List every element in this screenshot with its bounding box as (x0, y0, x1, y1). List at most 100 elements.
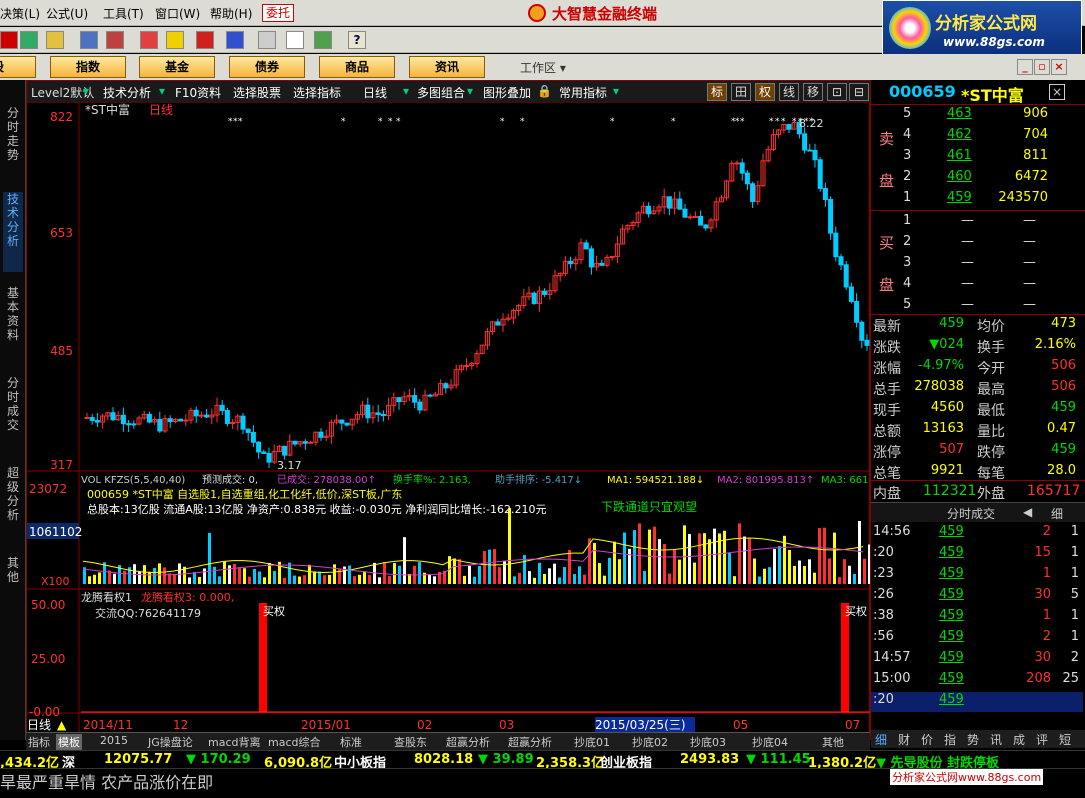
menu-tools[interactable]: 工具(T) (103, 5, 144, 22)
restore-icon[interactable]: ▫ (1034, 59, 1050, 75)
template-tab-6[interactable]: 标准 (340, 734, 362, 750)
warning-icon[interactable] (140, 31, 158, 49)
minimize-icon[interactable]: _ (1017, 59, 1033, 75)
tick-price[interactable]: 459 (939, 545, 964, 560)
line-toggle[interactable]: 线 (779, 83, 799, 101)
news-text[interactable]: 旱最严重旱情 农产品涨价在即 (0, 769, 213, 793)
multi-chart-menu[interactable]: 多图组合 (417, 84, 465, 101)
template-tab-3[interactable]: JG操盘论 (148, 734, 193, 750)
tick-price[interactable]: 459 (939, 671, 964, 686)
tech-analysis-menu[interactable]: 技术分析 (103, 84, 151, 101)
template-tab-2[interactable]: 2015 (100, 734, 128, 747)
ask-price[interactable]: 460 (947, 169, 972, 184)
bid-price[interactable]: — (961, 276, 974, 291)
quote-tab-2[interactable]: 价 (921, 731, 933, 748)
tick-price[interactable]: 459 (939, 692, 964, 707)
ask-price[interactable]: 459 (947, 190, 972, 205)
nav-bond-button[interactable]: 债券 (229, 56, 305, 78)
ask-price[interactable]: 462 (947, 127, 972, 142)
rights-toggle[interactable]: 权 (755, 83, 775, 101)
nav-fund-button[interactable]: 基金 (139, 56, 215, 78)
bid-price[interactable]: — (961, 297, 974, 312)
quote-tab-1[interactable]: 财 (898, 731, 910, 748)
multi-dropdown-icon[interactable]: ▾ (467, 84, 473, 98)
expand-icon[interactable]: ⊡ (827, 83, 847, 101)
select-stock-button[interactable]: 选择股票 (233, 84, 281, 101)
nav-news-button[interactable]: 资讯 (409, 56, 485, 78)
red-icon[interactable] (196, 31, 214, 49)
template-tab-7[interactable]: 查股东 (394, 734, 427, 750)
template-tab-0[interactable]: 指标 (28, 734, 50, 750)
close-icon[interactable]: × (1051, 59, 1067, 75)
quote-tab-8[interactable]: 短 (1059, 731, 1071, 748)
circle-icon[interactable] (226, 31, 244, 49)
tab-fundamental[interactable]: 基本资料 (3, 286, 23, 366)
collapse-icon[interactable]: ⊟ (849, 83, 869, 101)
select-indicator-button[interactable]: 选择指标 (293, 84, 341, 101)
quote-tab-5[interactable]: 讯 (990, 731, 1002, 748)
panel-close-icon[interactable]: × (1049, 84, 1065, 100)
grid-icon[interactable] (46, 31, 64, 49)
nav-stock-button[interactable]: 股 (0, 56, 36, 78)
nav-index-button[interactable]: 指数 (50, 56, 126, 78)
template-tab-10[interactable]: 抄底01 (574, 734, 610, 750)
ask-price[interactable]: 461 (947, 148, 972, 163)
ticks-detail-button[interactable]: 细 (1051, 505, 1063, 522)
entrust-button[interactable]: 委托 (262, 4, 295, 22)
menu-help[interactable]: 帮助(H) (210, 5, 252, 22)
chart-svg[interactable]: 822 653 485 317 *ST中富 日线 * * * * * * * * * * * * * * *… (27, 103, 871, 755)
window-icon[interactable] (286, 31, 304, 49)
tick-price[interactable]: 459 (939, 524, 964, 539)
tech-dropdown-icon[interactable]: ▾ (159, 84, 165, 98)
grid-toggle[interactable]: 田 (731, 83, 751, 101)
tick-price[interactable]: 459 (939, 650, 964, 665)
tab-technical[interactable]: 技术分析 (3, 192, 23, 272)
tab-intraday[interactable]: 分时走势 (3, 106, 23, 186)
chart-icon[interactable] (106, 31, 124, 49)
level2-dropdown-icon[interactable]: ▾ (83, 84, 89, 98)
tick-price[interactable]: 459 (939, 629, 964, 644)
tick-price[interactable]: 459 (939, 587, 964, 602)
nav-commodity-button[interactable]: 商品 (319, 56, 395, 78)
tab-other[interactable]: 其他 (3, 556, 23, 596)
quote-icon[interactable] (20, 31, 38, 49)
tick-price[interactable]: 459 (939, 566, 964, 581)
lock-icon[interactable]: 🔒 (537, 84, 552, 98)
template-tab-1[interactable]: 模板 (56, 734, 82, 750)
diamond-icon[interactable] (166, 31, 184, 49)
help-pointer-icon[interactable]: ? (348, 31, 366, 49)
bid-price[interactable]: — (961, 213, 974, 228)
indicator-dropdown-icon[interactable]: ▾ (613, 84, 619, 98)
quote-tab-6[interactable]: 成 (1013, 731, 1025, 748)
template-tab-5[interactable]: macd综合 (268, 734, 321, 750)
bid-price[interactable]: — (961, 234, 974, 249)
period-dropdown-icon[interactable]: ▾ (403, 84, 409, 98)
stop-icon[interactable] (0, 31, 18, 49)
period-arrow-icon[interactable]: ▲ (57, 718, 67, 732)
quote-tab-0[interactable]: 细 (875, 731, 887, 748)
tick-price[interactable]: 459 (939, 608, 964, 623)
quote-tab-4[interactable]: 势 (967, 731, 979, 748)
template-tab-13[interactable]: 抄底04 (752, 734, 788, 750)
template-tab-12[interactable]: 抄底03 (690, 734, 726, 750)
workarea-menu[interactable]: 工作区 ▾ (520, 59, 566, 76)
period-menu[interactable]: 日线 (363, 84, 387, 101)
quote-tab-7[interactable]: 评 (1036, 731, 1048, 748)
quote-tab-3[interactable]: 指 (944, 731, 956, 748)
common-indicator-menu[interactable]: 常用指标 (559, 84, 607, 101)
tab-trades[interactable]: 分时成交 (3, 376, 23, 456)
menu-formula[interactable]: 公式(U) (46, 5, 88, 22)
tab-super[interactable]: 超级分析 (3, 466, 23, 546)
template-tab-4[interactable]: macd背离 (208, 734, 261, 750)
bid-price[interactable]: — (961, 255, 974, 270)
template-tab-9[interactable]: 超赢分析 (508, 734, 552, 750)
template-tab-8[interactable]: 超赢分析 (446, 734, 490, 750)
menu-window[interactable]: 窗口(W) (155, 5, 200, 22)
ticks-dropdown-icon[interactable]: ◀ (1023, 505, 1032, 519)
overlay-menu[interactable]: 图形叠加 (483, 84, 531, 101)
binoculars-icon[interactable] (80, 31, 98, 49)
ask-price[interactable]: 463 (947, 106, 972, 121)
print-icon[interactable] (258, 31, 276, 49)
mark-toggle[interactable]: 标 (707, 83, 727, 101)
template-tab-14[interactable]: 其他 (822, 734, 844, 750)
